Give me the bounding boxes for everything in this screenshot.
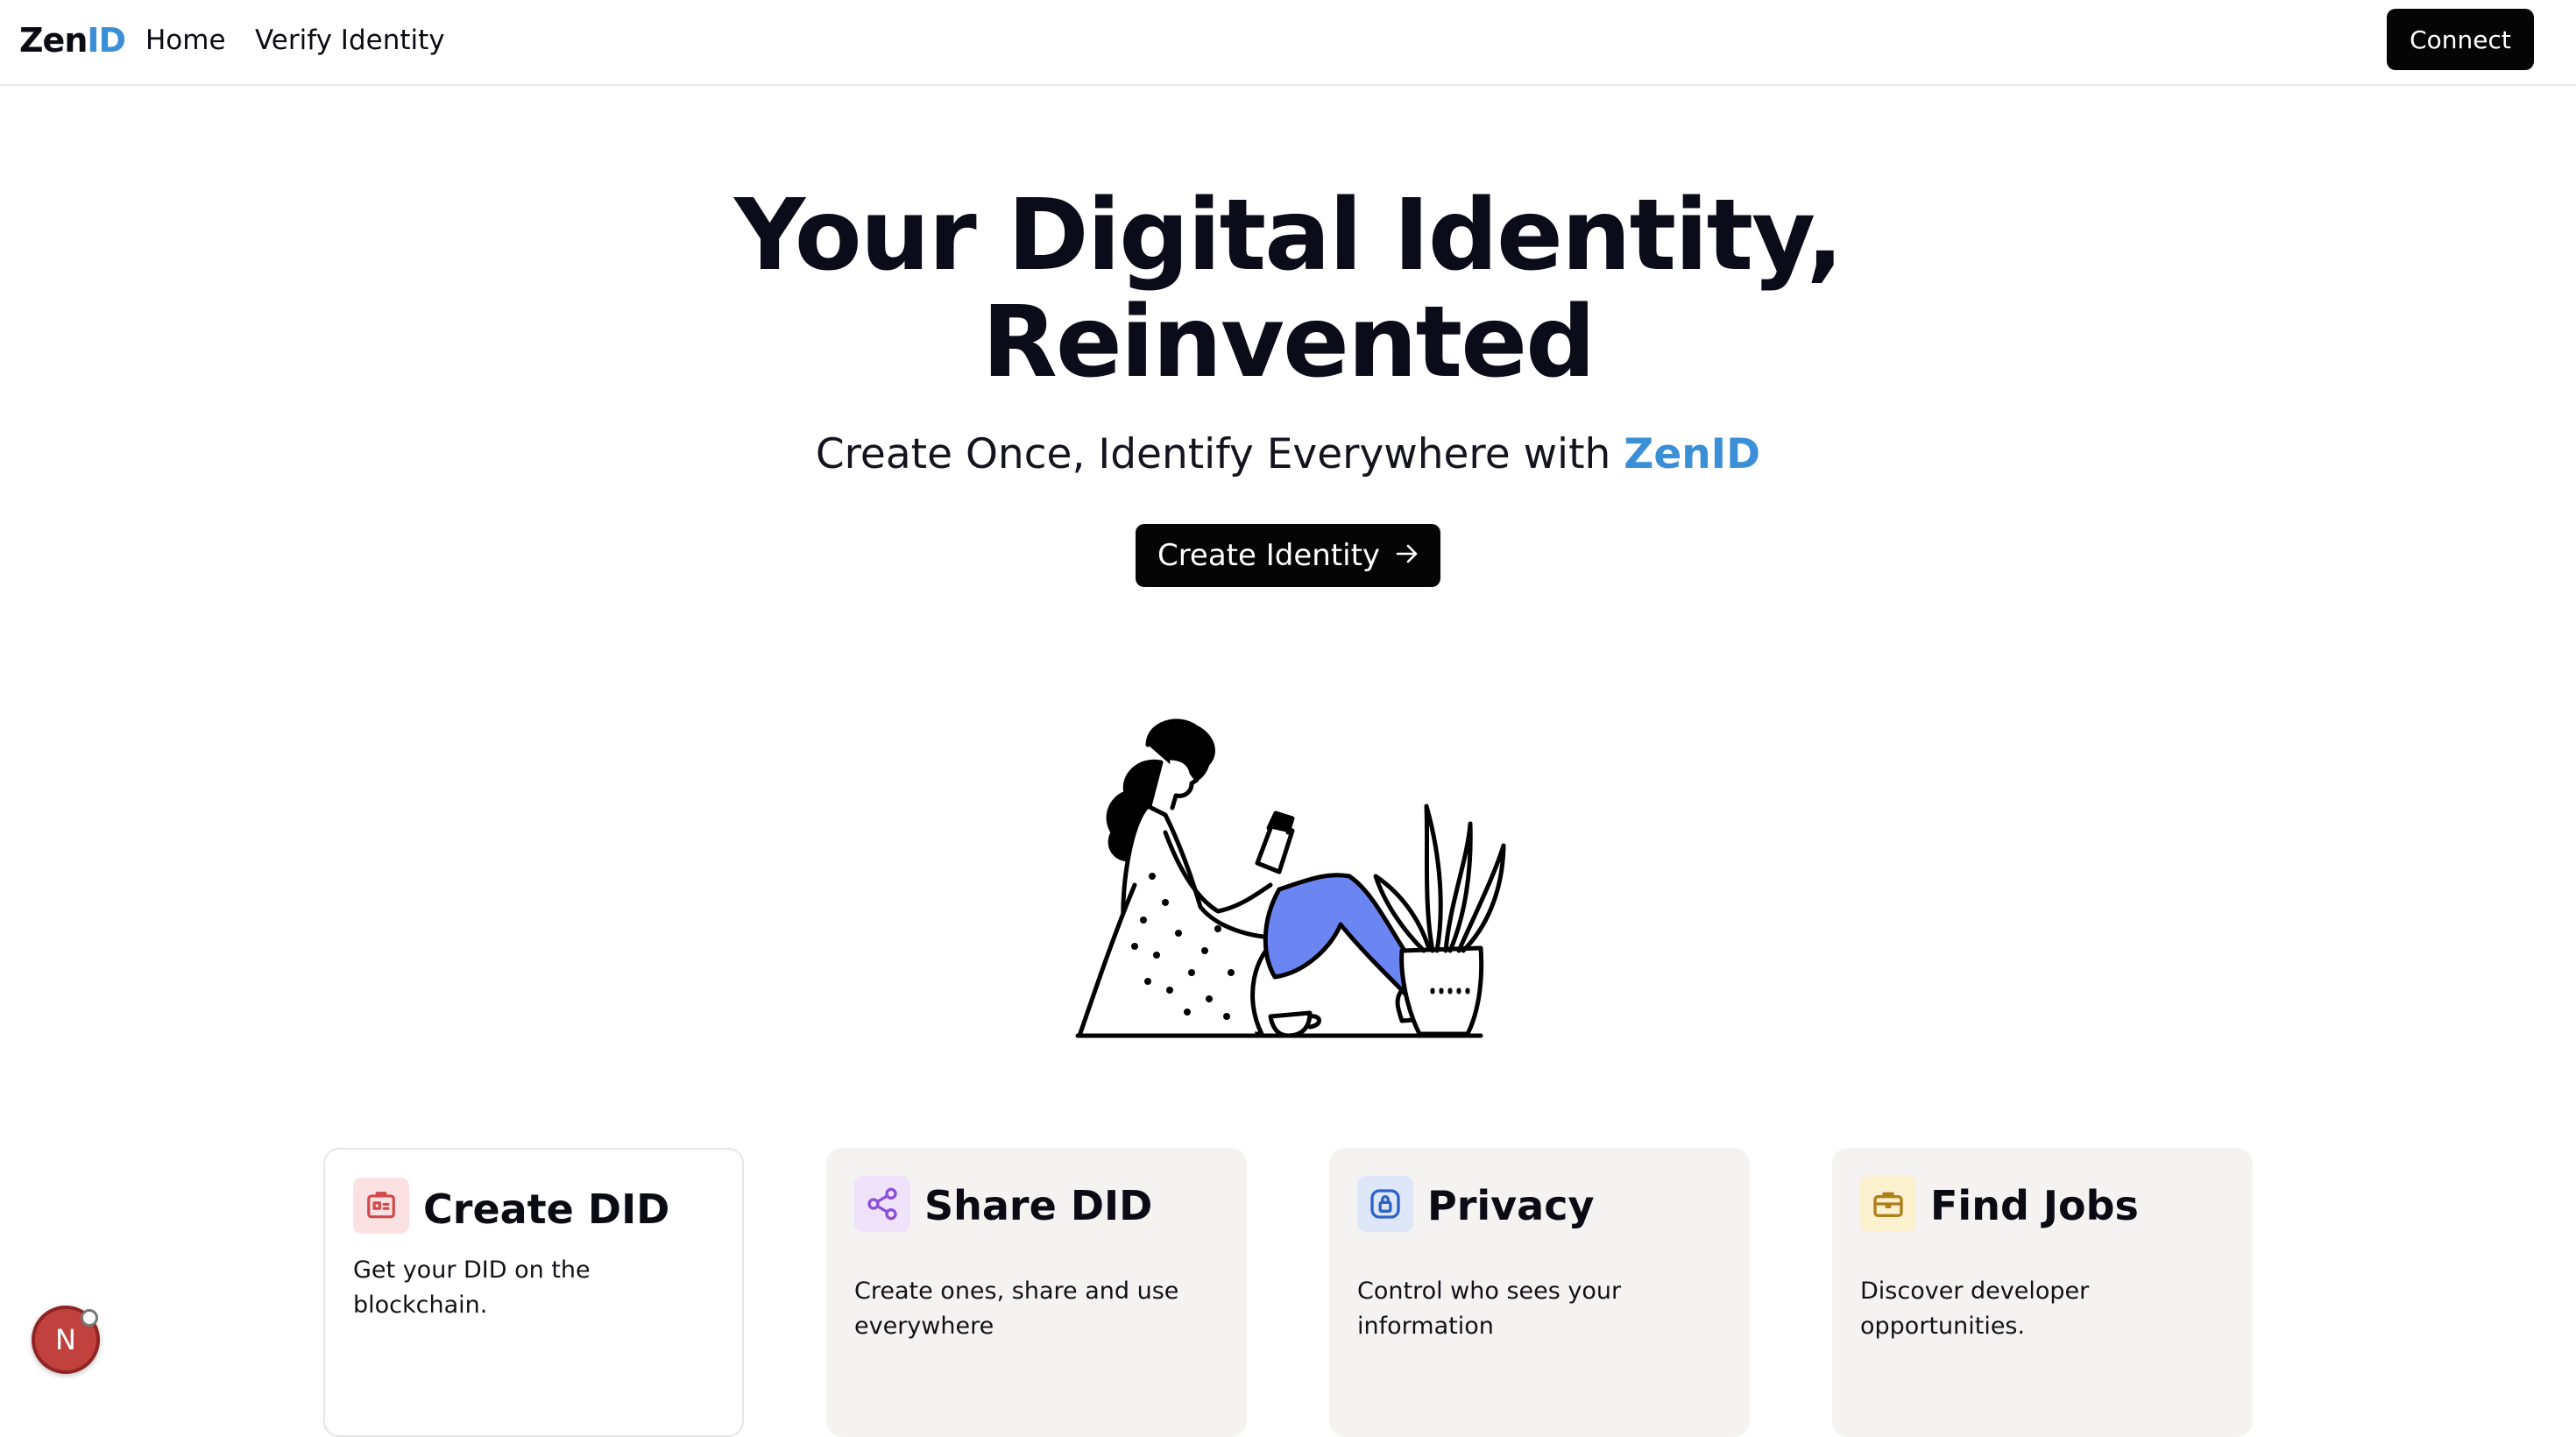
arrow-right-icon: [1396, 542, 1419, 569]
logo[interactable]: ZenID: [19, 19, 126, 61]
connect-button[interactable]: Connect: [2387, 9, 2534, 70]
hero-subtitle-text: Create Once, Identify Everywhere with: [815, 430, 1624, 478]
hero-illustration: [1075, 718, 1506, 1038]
badge-indicator-dot: [81, 1309, 98, 1327]
briefcase-icon: [1860, 1176, 1916, 1232]
create-identity-button[interactable]: Create Identity: [1136, 524, 1440, 587]
nav-link-verify-identity[interactable]: Verify Identity: [255, 21, 445, 60]
feature-title: Create DID: [423, 1186, 670, 1233]
feature-title: Share DID: [924, 1182, 1153, 1229]
hero-title-line-1: Your Digital Identity,: [733, 179, 1844, 293]
feature-description: Control who sees your information: [1357, 1278, 1622, 1340]
feature-card-privacy[interactable]: Privacy Control who sees your informatio…: [1329, 1148, 1750, 1437]
feature-title: Find Jobs: [1930, 1182, 2139, 1229]
hero-title: Your Digital Identity, Reinvented: [0, 182, 2576, 396]
feature-card-create-did[interactable]: Create DID Get your DID on the blockchai…: [323, 1148, 744, 1437]
feature-card-find-jobs[interactable]: Find Jobs Discover developer opportuniti…: [1832, 1148, 2253, 1437]
create-identity-label: Create Identity: [1157, 538, 1381, 573]
logo-accent-text: ID: [87, 21, 126, 60]
hero-subtitle: Create Once, Identify Everywhere with Ze…: [0, 426, 2576, 484]
feature-description: Discover developer opportunities.: [1860, 1278, 2090, 1340]
top-navbar: ZenID Home Verify Identity Connect: [0, 0, 2576, 86]
hero-subtitle-brand: ZenID: [1624, 430, 1761, 478]
feature-description: Create ones, share and use everywhere: [854, 1278, 1179, 1340]
feature-card-share-did[interactable]: Share DID Create ones, share and use eve…: [826, 1148, 1247, 1437]
share-icon: [854, 1176, 910, 1232]
hero-title-line-2: Reinvented: [981, 286, 1596, 400]
nav-link-home[interactable]: Home: [145, 21, 226, 60]
id-card-icon: [353, 1178, 409, 1234]
feature-description: Get your DID on the blockchain.: [353, 1256, 591, 1319]
lock-icon: [1357, 1176, 1413, 1232]
logo-text: Zen: [19, 21, 88, 60]
feature-title: Privacy: [1427, 1182, 1595, 1229]
